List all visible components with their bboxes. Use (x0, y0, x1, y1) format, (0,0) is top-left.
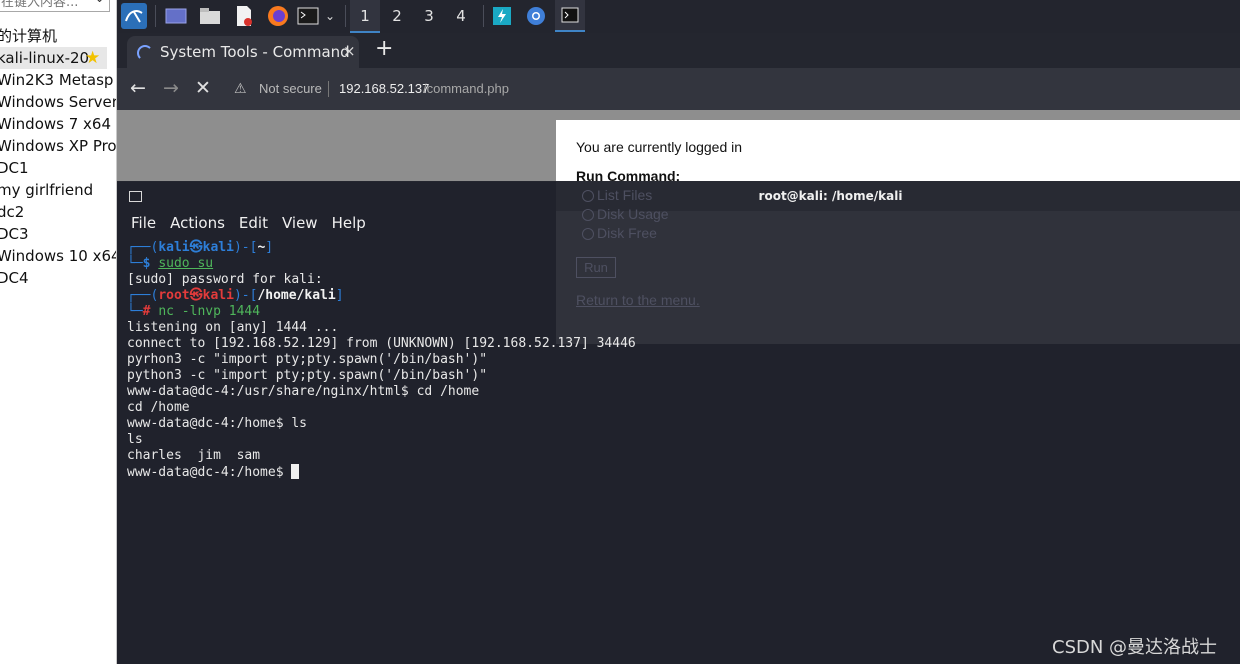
warning-triangle-icon[interactable]: ⚠ (234, 81, 247, 97)
logged-in-text: You are currently logged in (576, 139, 743, 155)
vm-item[interactable]: Windows 7 x64 (0, 113, 111, 135)
menu-edit[interactable]: Edit (239, 214, 268, 232)
tab-title: System Tools - Command (160, 43, 350, 61)
terminal-icon[interactable] (295, 3, 321, 29)
terminal-window-icon[interactable] (555, 0, 585, 32)
workspace-3[interactable]: 3 (414, 0, 444, 33)
loading-spinner-icon (137, 45, 153, 61)
radio-disk-free[interactable] (582, 228, 594, 240)
command-text: sudo su (158, 256, 214, 271)
burp-icon[interactable] (489, 3, 515, 29)
url-path[interactable]: /command.php (423, 81, 509, 96)
desktop-icon[interactable] (163, 3, 189, 29)
option-disk-free: Disk Free (597, 225, 657, 241)
editor-icon[interactable] (231, 3, 257, 29)
close-tab-icon[interactable]: × (343, 42, 356, 60)
vm-item[interactable]: dc2 (0, 201, 24, 223)
kali-taskbar: ⌄ 1 2 3 4 (117, 0, 1240, 33)
vm-search-box[interactable]: ⌄ (0, 0, 110, 12)
menu-actions[interactable]: Actions (170, 214, 225, 232)
tab-system-tools[interactable]: System Tools - Command × (127, 36, 359, 68)
terminal-window[interactable]: root@kali: /home/kali File Actions Edit Vie… (117, 181, 1240, 664)
radio-disk-usage[interactable] (582, 209, 594, 221)
favorite-star-icon: ★ (85, 48, 101, 68)
vm-search-input[interactable] (0, 0, 87, 12)
vm-item[interactable]: DC1 (0, 157, 29, 179)
option-disk-usage: Disk Usage (597, 206, 669, 222)
run-button[interactable]: Run (576, 257, 616, 278)
return-to-menu-link[interactable]: Return to the menu. (576, 292, 700, 308)
csdn-watermark: CSDN @曼达洛战士 (1052, 637, 1218, 658)
shell-prompt: www-data@dc-4:/home$ (127, 465, 292, 480)
dropdown-icon[interactable]: ⌄ (323, 3, 337, 29)
menu-help[interactable]: Help (332, 214, 366, 232)
workspace-4[interactable]: 4 (446, 0, 476, 33)
new-tab-button[interactable]: + (375, 36, 393, 61)
chevron-down-icon[interactable]: ⌄ (94, 0, 105, 6)
vm-item[interactable]: Win2K3 Metasp (0, 69, 113, 91)
files-icon[interactable] (197, 3, 223, 29)
vm-item[interactable]: Windows 10 x64 (0, 245, 116, 267)
vm-item[interactable]: DC4 (0, 267, 29, 289)
vm-item[interactable]: my girlfriend (0, 179, 93, 201)
workspace-1[interactable]: 1 (350, 0, 380, 33)
stop-loading-icon[interactable]: ✕ (195, 77, 211, 99)
terminal-output[interactable]: ┌──(kali㉿kali)-[~] └─$ sudo su [sudo] pass… (127, 240, 636, 480)
text-cursor (291, 464, 300, 479)
url-host[interactable]: 192.168.52.137 (339, 81, 429, 96)
vm-library-panel: ⌄ 的计算机 kali-linux-20 ★ Win2K3 Metasp Win… (0, 0, 117, 664)
command-text: nc -lnvp 1444 (158, 304, 261, 319)
workspace-2[interactable]: 2 (382, 0, 412, 33)
browser-toolbar: ← → ✕ ⚠ Not secure 192.168.52.137 /comma… (117, 68, 1240, 110)
terminal-menubar: File Actions Edit View Help (131, 214, 380, 232)
terminal-titlebar[interactable]: root@kali: /home/kali (117, 181, 1240, 211)
terminal-title: root@kali: /home/kali (758, 189, 903, 203)
chromium-icon[interactable] (523, 3, 549, 29)
security-status[interactable]: Not secure (259, 81, 322, 96)
vm-item[interactable]: Windows XP Pro (0, 135, 116, 157)
vm-item[interactable]: DC3 (0, 223, 29, 245)
radio-list-files[interactable] (582, 190, 594, 202)
kali-menu-icon[interactable] (121, 3, 147, 29)
forward-arrow-icon[interactable]: → (163, 77, 179, 99)
browser-tab-strip: System Tools - Command × + (117, 33, 1240, 68)
firefox-icon[interactable] (265, 3, 291, 29)
menu-view[interactable]: View (282, 214, 318, 232)
back-arrow-icon[interactable]: ← (130, 77, 146, 99)
option-list-files: List Files (597, 187, 653, 203)
vm-item[interactable]: Windows Server (0, 91, 116, 113)
vm-group-label: 的计算机 (0, 27, 58, 45)
menu-file[interactable]: File (131, 214, 156, 232)
